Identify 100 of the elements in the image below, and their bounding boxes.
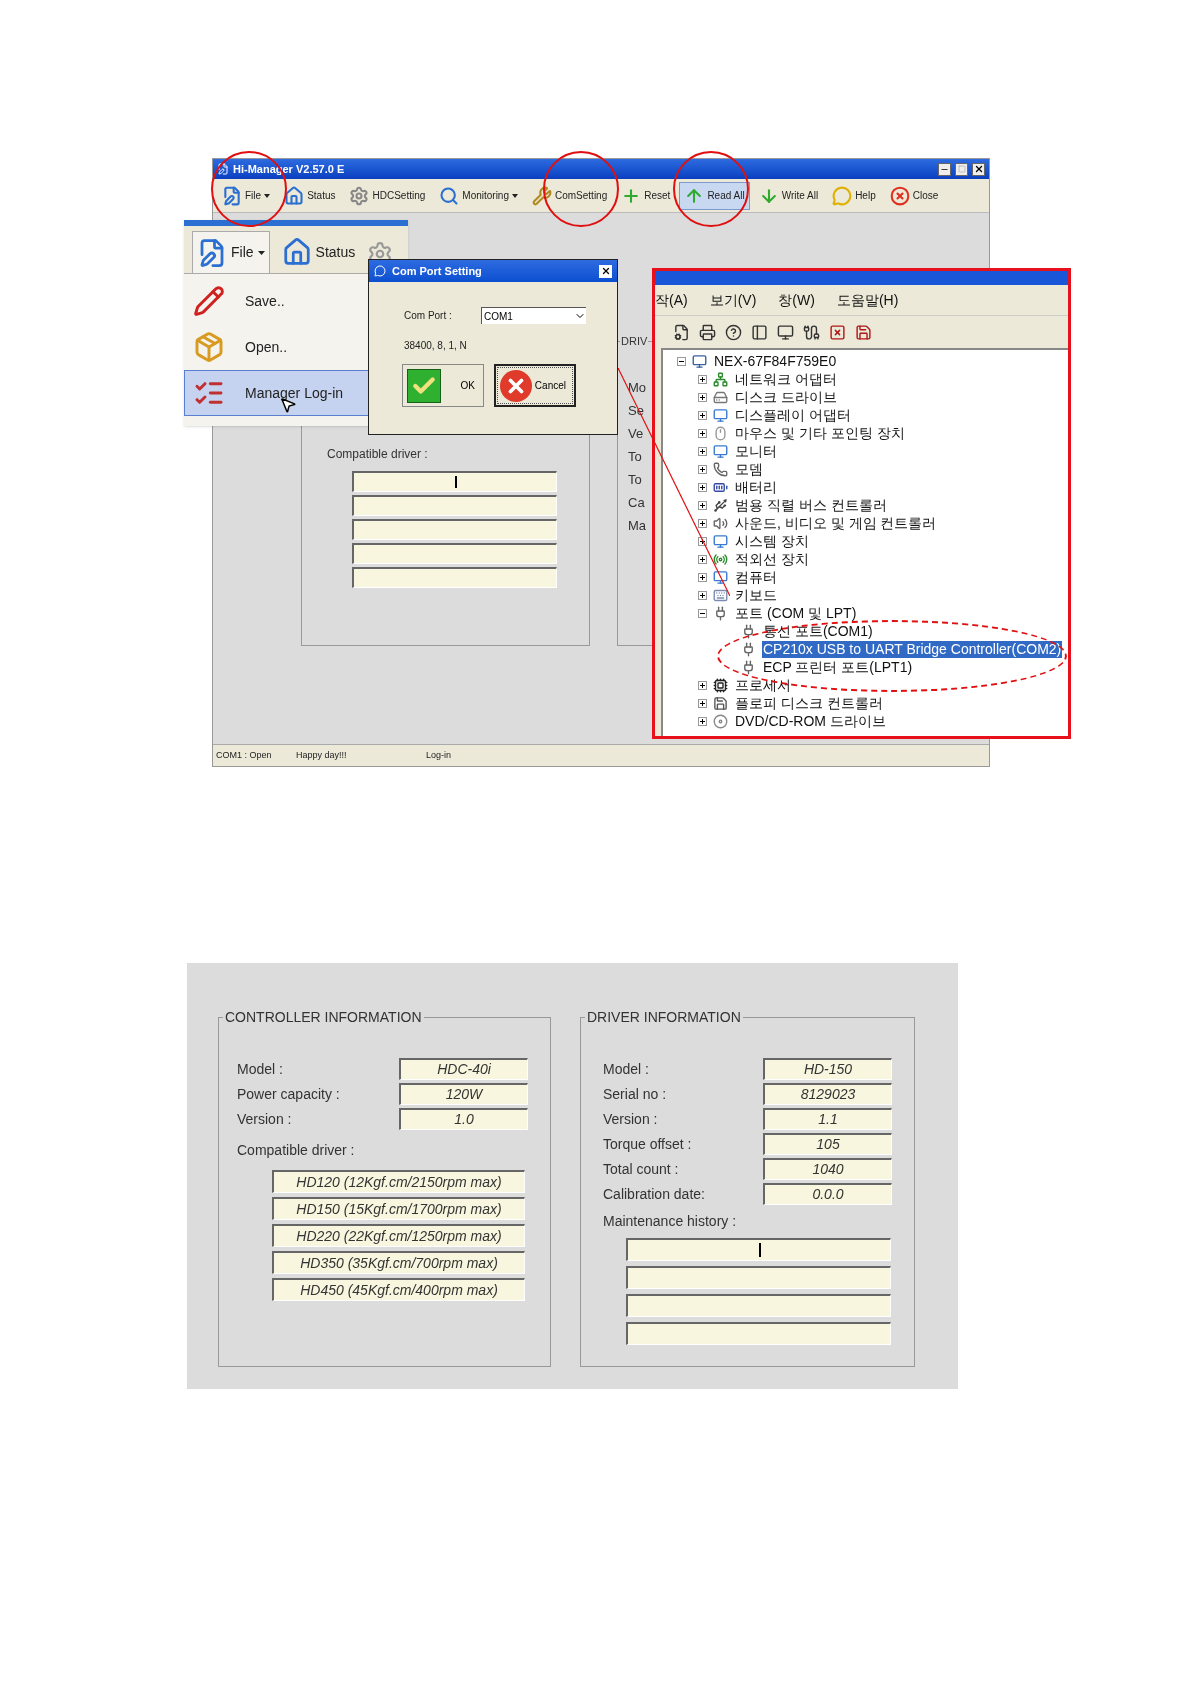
- value-field[interactable]: HD350 (35Kgf.cm/700rpm max): [272, 1251, 525, 1274]
- dialog-button[interactable]: OK: [402, 364, 484, 407]
- value-field[interactable]: HD-150: [763, 1058, 892, 1080]
- expander-icon[interactable]: [698, 590, 707, 600]
- network-icon: [713, 371, 728, 387]
- field-label: Mo: [628, 379, 648, 395]
- input-field[interactable]: [352, 567, 557, 588]
- maximize-button[interactable]: [955, 162, 968, 176]
- value-field[interactable]: 0.0.0: [763, 1183, 892, 1205]
- tree-item[interactable]: CP210x USB to UART Bridge Controller(COM2): [762, 640, 1063, 658]
- tree-item[interactable]: 키보드: [734, 586, 778, 604]
- properties-icon[interactable]: [673, 323, 690, 341]
- expander-icon[interactable]: [698, 554, 707, 564]
- monitor-icon: [713, 443, 728, 459]
- value-field[interactable]: 1.1: [763, 1108, 892, 1130]
- value-field[interactable]: 1040: [763, 1158, 892, 1180]
- input-field[interactable]: [352, 495, 557, 516]
- panel-icon[interactable]: [751, 323, 768, 341]
- close-icon: [973, 164, 984, 174]
- input-field[interactable]: [352, 471, 557, 492]
- value-field[interactable]: HD150 (15Kgf.cm/1700rpm max): [272, 1197, 525, 1220]
- menu-item[interactable]: 작(A): [655, 289, 688, 311]
- tree-item[interactable]: 네트워크 어댑터: [734, 370, 838, 388]
- expander-icon[interactable]: [698, 482, 707, 492]
- dialog-button[interactable]: Cancel: [494, 364, 576, 407]
- toolbar-button[interactable]: Close: [884, 181, 944, 210]
- value-field[interactable]: HDC-40i: [399, 1058, 528, 1080]
- toolbar-button[interactable]: Reset: [616, 181, 676, 210]
- expander-icon[interactable]: [698, 392, 707, 402]
- input-field[interactable]: [626, 1322, 891, 1345]
- tree-item[interactable]: 마우스 및 기타 포인팅 장치: [734, 424, 906, 442]
- plug-icon: [741, 623, 756, 639]
- value-field[interactable]: 8129023: [763, 1083, 892, 1105]
- input-field[interactable]: [626, 1238, 891, 1261]
- close-button[interactable]: [972, 162, 985, 176]
- value-field[interactable]: 1.0: [399, 1108, 528, 1130]
- input-field[interactable]: [352, 519, 557, 540]
- expander-icon[interactable]: [698, 572, 707, 582]
- toolbar-button[interactable]: HDCSetting: [344, 181, 431, 210]
- cable-icon[interactable]: [803, 323, 820, 341]
- value-field[interactable]: HD450 (45Kgf.cm/400rpm max): [272, 1278, 525, 1301]
- tree-item[interactable]: 적외선 장치: [734, 550, 810, 568]
- expander-icon[interactable]: [698, 680, 707, 690]
- remove-icon[interactable]: [829, 323, 846, 341]
- tree-item[interactable]: 사운드, 비디오 및 게임 컨트롤러: [734, 514, 938, 532]
- input-field[interactable]: [626, 1266, 891, 1289]
- expander-icon[interactable]: [698, 608, 707, 618]
- tree-item[interactable]: 모뎀: [734, 460, 764, 478]
- expander-icon[interactable]: [698, 716, 707, 726]
- tree-item[interactable]: 컴퓨터: [734, 568, 778, 586]
- disc-icon: [713, 713, 728, 729]
- expander-icon[interactable]: [677, 356, 686, 366]
- minimize-button[interactable]: [938, 162, 951, 176]
- tree-item[interactable]: 디스플레이 어댑터: [734, 406, 852, 424]
- expander-icon[interactable]: [698, 410, 707, 420]
- toolbar-button[interactable]: File: [192, 231, 270, 273]
- close-button[interactable]: [599, 264, 612, 278]
- expander-icon[interactable]: [698, 698, 707, 708]
- expander-icon[interactable]: [698, 536, 707, 546]
- tree-item[interactable]: 포트 (COM 및 LPT): [734, 604, 858, 622]
- keyboard-icon: [713, 587, 728, 603]
- toolbar-button[interactable]: ComSetting: [527, 181, 613, 210]
- toolbar-button[interactable]: Write All: [753, 181, 824, 210]
- menu-item[interactable]: 창(W): [778, 289, 815, 311]
- pencil-icon: [193, 285, 225, 317]
- toolbar-button[interactable]: Help: [827, 181, 881, 210]
- tree-item[interactable]: 디스크 드라이브: [734, 388, 838, 406]
- toolbar-button[interactable]: File: [217, 181, 276, 210]
- tree-item[interactable]: 모니터: [734, 442, 778, 460]
- tree-item[interactable]: ECP 프린터 포트(LPT1): [762, 658, 914, 676]
- expander-icon[interactable]: [698, 500, 707, 510]
- tree-item[interactable]: 프로세서: [734, 676, 792, 694]
- input-field[interactable]: [352, 543, 557, 564]
- expander-icon[interactable]: [698, 446, 707, 456]
- tree-item[interactable]: 시스템 장치: [734, 532, 810, 550]
- tree-item[interactable]: 배터리: [734, 478, 778, 496]
- input-field[interactable]: [626, 1294, 891, 1317]
- toolbar-button[interactable]: Read All: [679, 181, 750, 210]
- toolbar-button[interactable]: Status: [277, 231, 360, 273]
- tree-item[interactable]: NEX-67F84F759E0: [713, 352, 838, 370]
- value-field[interactable]: HD120 (12Kgf.cm/2150rpm max): [272, 1170, 525, 1193]
- menu-item[interactable]: 보기(V): [709, 289, 757, 311]
- expander-icon[interactable]: [698, 428, 707, 438]
- tree-item[interactable]: 범용 직렬 버스 컨트롤러: [734, 496, 888, 514]
- expander-icon[interactable]: [698, 374, 707, 384]
- tree-item[interactable]: DVD/CD-ROM 드라이브: [734, 712, 887, 730]
- monitor-icon[interactable]: [777, 323, 794, 341]
- expander-icon[interactable]: [698, 464, 707, 474]
- port-dropdown[interactable]: COM1: [481, 307, 586, 324]
- phone-icon: [713, 461, 728, 477]
- help-icon[interactable]: [725, 323, 742, 341]
- toolbar-button[interactable]: Status: [279, 181, 341, 210]
- toolbar-button[interactable]: Monitoring: [434, 181, 523, 210]
- printer-icon[interactable]: [699, 323, 716, 341]
- expander-icon[interactable]: [698, 518, 707, 528]
- value-field[interactable]: 120W: [399, 1083, 528, 1105]
- menu-item[interactable]: 도움말(H): [836, 289, 899, 311]
- value-field[interactable]: HD220 (22Kgf.cm/1250rpm max): [272, 1224, 525, 1247]
- value-field[interactable]: 105: [763, 1133, 892, 1155]
- tree-item[interactable]: 플로피 디스크 컨트롤러: [734, 694, 884, 712]
